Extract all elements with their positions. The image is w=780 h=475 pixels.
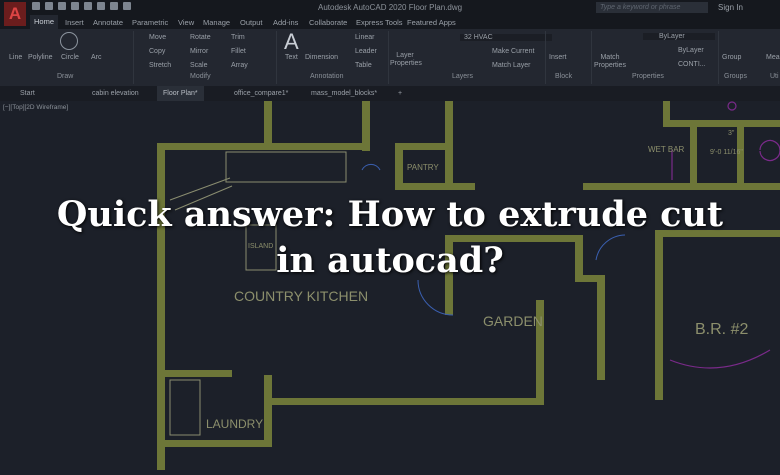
tab-featured-apps[interactable]: Featured Apps (407, 18, 456, 27)
block-group-label[interactable]: Block (555, 73, 572, 80)
doc-tab-floor-plan[interactable]: Floor Plan* (157, 86, 204, 101)
window-title: Autodesk AutoCAD 2020 Floor Plan.dwg (318, 3, 463, 12)
doc-tab-start[interactable]: Start (20, 90, 35, 97)
doc-tab-office-compare[interactable]: office_compare1* (234, 90, 288, 97)
table-button[interactable]: Table (355, 62, 372, 69)
rotate-button[interactable]: Rotate (190, 34, 211, 41)
scale-button[interactable]: Scale (190, 62, 208, 69)
groups-group-label[interactable]: Groups (724, 73, 747, 80)
match-properties-button[interactable]: Match Properties (594, 54, 626, 70)
polyline-button[interactable]: Polyline (28, 54, 53, 61)
doc-tab-mass-model-blocks[interactable]: mass_model_blocks* (311, 90, 377, 97)
layer-properties-button[interactable]: Layer Properties (390, 52, 422, 68)
divider (591, 31, 592, 84)
label-wet-bar: WET BAR (648, 145, 685, 154)
label-dimension-small: 3" (728, 130, 735, 137)
mirror-button[interactable]: Mirror (190, 48, 208, 55)
quick-access-toolbar (32, 2, 131, 10)
tab-home[interactable]: Home (30, 15, 59, 29)
text-icon: A (284, 29, 299, 54)
layers-group-label[interactable]: Layers (452, 73, 473, 80)
layer-dropdown[interactable]: 32 HVAC (460, 34, 552, 41)
leader-button[interactable]: Leader (355, 48, 377, 55)
tab-add-ins[interactable]: Add-ins (273, 18, 298, 27)
publish-icon[interactable] (84, 2, 92, 10)
search-input[interactable]: Type a keyword or phrase (596, 2, 708, 13)
undo-icon[interactable] (110, 2, 118, 10)
annotation-group-label[interactable]: Annotation (310, 73, 343, 80)
trim-button[interactable]: Trim (231, 34, 245, 41)
dimension-button[interactable]: Dimension (305, 54, 338, 61)
headline-line-1: Quick answer: How to extrude cut (56, 194, 724, 235)
stretch-button[interactable]: Stretch (149, 62, 171, 69)
make-current-button[interactable]: Make Current (492, 48, 534, 55)
floor-plan-drawing: PANTRY ISLAND COUNTRY KITCHEN GARDEN B.R… (157, 101, 780, 470)
label-country-kitchen: COUNTRY KITCHEN (234, 288, 368, 304)
utilities-group-label[interactable]: Uti (770, 73, 779, 80)
divider (276, 31, 277, 84)
drawing-viewport[interactable]: PANTRY ISLAND COUNTRY KITCHEN GARDEN B.R… (0, 101, 780, 470)
circle-icon (60, 32, 78, 50)
group-button[interactable]: Group (722, 54, 741, 61)
divider (133, 31, 134, 84)
walls (157, 101, 780, 470)
redo-icon[interactable] (123, 2, 131, 10)
properties-group-label[interactable]: Properties (632, 73, 664, 80)
modify-group-label[interactable]: Modify (190, 73, 211, 80)
line-button[interactable]: Line (9, 54, 22, 61)
ribbon-panel: Line Polyline Circle Arc Draw Move Rotat… (0, 29, 780, 86)
save-as-icon[interactable] (71, 2, 79, 10)
move-button[interactable]: Move (149, 34, 166, 41)
article-headline: Quick answer: How to extrude cut in auto… (0, 192, 780, 284)
linetype-dropdown[interactable]: CONTI... (643, 61, 715, 68)
tab-view[interactable]: View (178, 18, 194, 27)
tab-annotate[interactable]: Annotate (93, 18, 123, 27)
divider (545, 31, 546, 84)
circle-button[interactable]: Circle (61, 54, 79, 61)
measure-button[interactable]: Mea (766, 54, 780, 61)
tab-parametric[interactable]: Parametric (132, 18, 168, 27)
title-bar: A Autodesk AutoCAD 2020 Floor Plan.dwg T… (0, 0, 780, 26)
headline-line-2: in autocad? (276, 240, 504, 281)
doc-tab-cabin-elevation[interactable]: cabin elevation (92, 90, 139, 97)
linear-button[interactable]: Linear (355, 34, 374, 41)
plot-icon[interactable] (97, 2, 105, 10)
sign-in-button[interactable]: Sign In (718, 3, 743, 12)
viewport-controls-label[interactable]: [−][Top][2D Wireframe] (3, 104, 68, 111)
tab-manage[interactable]: Manage (203, 18, 230, 27)
label-br2: B.R. #2 (695, 321, 748, 338)
arc-button[interactable]: Arc (91, 54, 102, 61)
tab-express-tools[interactable]: Express Tools (356, 18, 403, 27)
tab-insert[interactable]: Insert (65, 18, 84, 27)
fillet-button[interactable]: Fillet (231, 48, 246, 55)
insert-button[interactable]: Insert (549, 54, 567, 61)
new-icon[interactable] (32, 2, 40, 10)
divider (718, 31, 719, 84)
autocad-logo-button[interactable]: A (4, 2, 26, 26)
save-icon[interactable] (58, 2, 66, 10)
new-tab-button[interactable]: + (398, 90, 402, 97)
draw-group-label[interactable]: Draw (57, 73, 73, 80)
label-pantry: PANTRY (407, 163, 439, 172)
copy-button[interactable]: Copy (149, 48, 165, 55)
tab-collaborate[interactable]: Collaborate (309, 18, 347, 27)
open-icon[interactable] (45, 2, 53, 10)
document-tabs: Start cabin elevation Floor Plan* office… (0, 86, 780, 101)
lineweight-dropdown[interactable]: ByLayer (643, 47, 715, 54)
ribbon-tabs: Home Insert Annotate Parametric View Man… (0, 15, 780, 29)
text-button[interactable]: Text (285, 54, 298, 61)
tab-output[interactable]: Output (240, 18, 263, 27)
array-button[interactable]: Array (231, 62, 248, 69)
divider (388, 31, 389, 84)
color-dropdown[interactable]: ByLayer (643, 33, 715, 40)
label-garden: GARDEN (483, 313, 543, 329)
label-dimension: 9'-0 11/16" (710, 149, 743, 156)
label-laundry: LAUNDRY (206, 417, 263, 431)
match-layer-button[interactable]: Match Layer (492, 62, 531, 69)
